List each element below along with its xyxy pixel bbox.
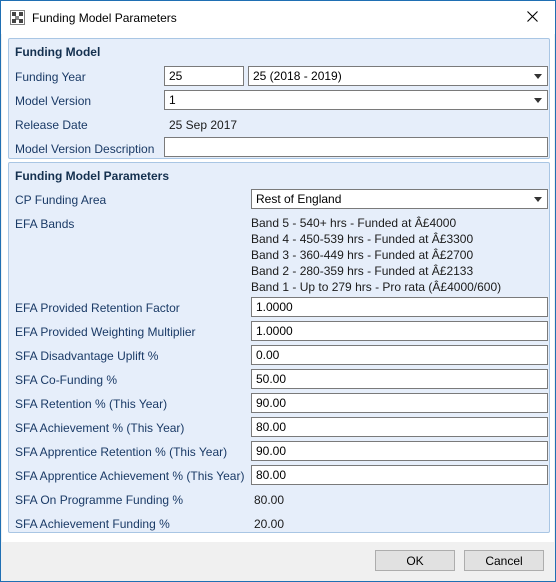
sfa-apprentice-retention-label: SFA Apprentice Retention % (This Year): [15, 445, 228, 459]
dialog-window: Funding Model Parameters Funding Model F…: [0, 0, 556, 582]
efa-retention-factor-input[interactable]: 1.0000: [251, 297, 548, 317]
efa-retention-factor-label: EFA Provided Retention Factor: [15, 301, 180, 315]
efa-band-2: Band 2 - 280-359 hrs - Funded at Â£2133: [251, 264, 474, 278]
sfa-apprentice-achievement-label: SFA Apprentice Achievement % (This Year): [15, 469, 245, 483]
sfa-on-programme-funding-label: SFA On Programme Funding %: [15, 493, 184, 507]
funding-parameters-heading: Funding Model Parameters: [15, 169, 170, 183]
app-icon: [10, 10, 25, 25]
dialog-footer: OK Cancel: [2, 542, 554, 581]
sfa-disadvantage-uplift-input[interactable]: 0.00: [251, 345, 548, 365]
close-button[interactable]: [509, 1, 555, 32]
sfa-on-programme-funding-value: 80.00: [254, 493, 285, 507]
description-label: Model Version Description: [15, 142, 155, 156]
sfa-achievement-funding-value: 20.00: [254, 517, 285, 531]
efa-band-4: Band 4 - 450-539 hrs - Funded at Â£3300: [251, 232, 474, 246]
chevron-down-icon: [534, 98, 542, 103]
funding-year-select[interactable]: 25 (2018 - 2019): [248, 66, 548, 86]
efa-band-3: Band 3 - 360-449 hrs - Funded at Â£2700: [251, 248, 474, 262]
ok-button[interactable]: OK: [375, 550, 455, 571]
funding-year-input[interactable]: 25: [164, 66, 244, 86]
sfa-achievement-label: SFA Achievement % (This Year): [15, 421, 185, 435]
sfa-achievement-funding-label: SFA Achievement Funding %: [15, 517, 170, 531]
funding-parameters-group: Funding Model Parameters CP Funding Area…: [8, 162, 550, 533]
window-title: Funding Model Parameters: [32, 11, 177, 25]
release-date-label: Release Date: [15, 118, 88, 132]
title-bar: Funding Model Parameters: [1, 1, 555, 34]
sfa-retention-label: SFA Retention % (This Year): [15, 397, 168, 411]
sfa-co-funding-label: SFA Co-Funding %: [15, 373, 118, 387]
cp-area-label: CP Funding Area: [15, 193, 107, 207]
efa-bands-label: EFA Bands: [15, 217, 75, 231]
chevron-down-icon: [534, 197, 542, 202]
release-date-value: 25 Sep 2017: [169, 118, 238, 132]
efa-weighting-multiplier-label: EFA Provided Weighting Multiplier: [15, 325, 196, 339]
dialog-content: Funding Model Funding Year 25 25 (2018 -…: [2, 34, 554, 542]
efa-band-1: Band 1 - Up to 279 hrs - Pro rata (Â£400…: [251, 280, 502, 294]
cancel-button[interactable]: Cancel: [464, 550, 544, 571]
model-version-label: Model Version: [15, 94, 92, 108]
close-icon: [526, 11, 538, 22]
chevron-down-icon: [534, 74, 542, 79]
description-input[interactable]: [164, 137, 548, 157]
cp-area-select[interactable]: Rest of England: [251, 189, 548, 209]
sfa-retention-input[interactable]: 90.00: [251, 393, 548, 413]
sfa-disadvantage-uplift-label: SFA Disadvantage Uplift %: [15, 349, 159, 363]
funding-year-select-value: 25 (2018 - 2019): [253, 69, 342, 83]
sfa-apprentice-retention-input[interactable]: 90.00: [251, 441, 548, 461]
funding-year-label: Funding Year: [15, 70, 86, 84]
sfa-achievement-input[interactable]: 80.00: [251, 417, 548, 437]
model-version-select-value: 1: [169, 93, 176, 107]
efa-weighting-multiplier-input[interactable]: 1.0000: [251, 321, 548, 341]
sfa-co-funding-input[interactable]: 50.00: [251, 369, 548, 389]
funding-model-heading: Funding Model: [15, 45, 101, 59]
funding-model-group: Funding Model Funding Year 25 25 (2018 -…: [8, 38, 550, 159]
cp-area-select-value: Rest of England: [256, 192, 342, 206]
model-version-select[interactable]: 1: [164, 90, 548, 110]
efa-band-5: Band 5 - 540+ hrs - Funded at Â£4000: [251, 216, 457, 230]
sfa-apprentice-achievement-input[interactable]: 80.00: [251, 465, 548, 485]
